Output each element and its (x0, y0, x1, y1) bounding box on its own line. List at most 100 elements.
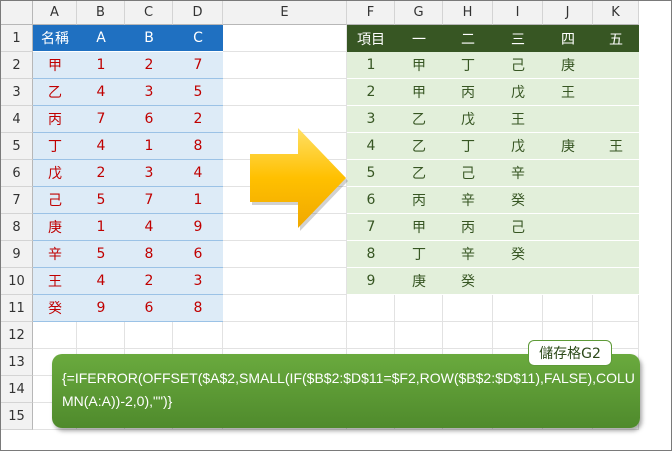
left-table-cell[interactable]: 6 (125, 106, 173, 133)
right-table-cell[interactable]: 甲 (395, 79, 443, 106)
left-table-header[interactable]: A (77, 25, 125, 52)
right-table-header[interactable]: 二 (443, 25, 493, 52)
right-table-cell[interactable]: 乙 (395, 160, 443, 187)
row-header-4[interactable]: 4 (1, 106, 33, 133)
right-table-cell[interactable] (543, 214, 593, 241)
right-table-cell[interactable]: 8 (347, 241, 395, 268)
right-table-cell[interactable] (593, 187, 639, 214)
right-table-cell[interactable] (493, 268, 543, 295)
grid-cell[interactable] (223, 52, 347, 79)
row-header-6[interactable]: 6 (1, 160, 33, 187)
row-header-3[interactable]: 3 (1, 79, 33, 106)
grid-cell[interactable] (223, 25, 347, 52)
grid-cell[interactable] (77, 322, 125, 349)
row-header-1[interactable]: 1 (1, 25, 33, 52)
right-table-cell[interactable]: 丙 (443, 79, 493, 106)
right-table-cell[interactable]: 己 (493, 52, 543, 79)
right-table-cell[interactable]: 3 (347, 106, 395, 133)
right-table-cell[interactable]: 庚 (543, 133, 593, 160)
left-table-header[interactable]: B (125, 25, 173, 52)
row-header-15[interactable]: 15 (1, 403, 33, 430)
row-header-11[interactable]: 11 (1, 295, 33, 322)
left-table-cell[interactable]: 9 (173, 214, 223, 241)
grid-cell[interactable] (443, 322, 493, 349)
grid-cell[interactable] (543, 295, 593, 322)
right-table-cell[interactable] (593, 106, 639, 133)
left-table-cell[interactable]: 4 (77, 268, 125, 295)
right-table-cell[interactable]: 辛 (443, 241, 493, 268)
left-table-cell[interactable]: 4 (77, 133, 125, 160)
left-table-cell[interactable]: 1 (173, 187, 223, 214)
right-table-cell[interactable] (593, 160, 639, 187)
right-table-cell[interactable]: 丙 (395, 187, 443, 214)
left-table-cell[interactable]: 1 (77, 214, 125, 241)
left-table-cell[interactable]: 辛 (33, 241, 77, 268)
right-table-cell[interactable]: 癸 (493, 187, 543, 214)
right-table-cell[interactable]: 辛 (443, 187, 493, 214)
left-table-header[interactable]: C (173, 25, 223, 52)
left-table-cell[interactable]: 6 (173, 241, 223, 268)
right-table-header[interactable]: 五 (593, 25, 639, 52)
left-table-cell[interactable]: 丙 (33, 106, 77, 133)
left-table-cell[interactable]: 6 (125, 295, 173, 322)
right-table-cell[interactable]: 丁 (443, 52, 493, 79)
left-table-cell[interactable]: 9 (77, 295, 125, 322)
right-table-cell[interactable]: 丁 (395, 241, 443, 268)
right-table-cell[interactable]: 1 (347, 52, 395, 79)
left-table-cell[interactable]: 乙 (33, 79, 77, 106)
right-table-cell[interactable]: 癸 (493, 241, 543, 268)
column-header-e[interactable]: E (223, 1, 347, 25)
left-table-cell[interactable]: 5 (173, 79, 223, 106)
column-header-c[interactable]: C (125, 1, 173, 25)
grid-cell[interactable] (223, 268, 347, 295)
column-header-k[interactable]: K (593, 1, 639, 25)
grid-cell[interactable] (223, 79, 347, 106)
left-table-cell[interactable]: 5 (77, 187, 125, 214)
grid-cell[interactable] (223, 295, 347, 322)
row-header-2[interactable]: 2 (1, 52, 33, 79)
right-table-cell[interactable]: 乙 (395, 106, 443, 133)
right-table-cell[interactable] (543, 160, 593, 187)
right-table-cell[interactable] (593, 79, 639, 106)
row-header-8[interactable]: 8 (1, 214, 33, 241)
right-table-header[interactable]: 一 (395, 25, 443, 52)
left-table-cell[interactable]: 2 (77, 160, 125, 187)
right-table-cell[interactable] (543, 268, 593, 295)
row-header-12[interactable]: 12 (1, 322, 33, 349)
column-header-d[interactable]: D (173, 1, 223, 25)
left-table-cell[interactable]: 2 (173, 106, 223, 133)
grid-cell[interactable] (223, 241, 347, 268)
right-table-cell[interactable]: 4 (347, 133, 395, 160)
left-table-cell[interactable]: 丁 (33, 133, 77, 160)
right-table-cell[interactable]: 6 (347, 187, 395, 214)
right-table-cell[interactable]: 戊 (493, 133, 543, 160)
grid-cell[interactable] (125, 322, 173, 349)
grid-cell[interactable] (173, 322, 223, 349)
left-table-cell[interactable]: 4 (173, 160, 223, 187)
grid-cell[interactable] (493, 295, 543, 322)
right-table-cell[interactable]: 戊 (493, 79, 543, 106)
left-table-cell[interactable]: 甲 (33, 52, 77, 79)
column-header-b[interactable]: B (77, 1, 125, 25)
left-table-cell[interactable]: 4 (77, 79, 125, 106)
right-table-cell[interactable]: 庚 (395, 268, 443, 295)
right-table-cell[interactable]: 2 (347, 79, 395, 106)
column-header-f[interactable]: F (347, 1, 395, 25)
right-table-cell[interactable]: 戊 (443, 106, 493, 133)
select-all-corner[interactable] (1, 1, 33, 25)
left-table-cell[interactable]: 8 (125, 241, 173, 268)
grid-cell[interactable] (395, 322, 443, 349)
right-table-cell[interactable]: 5 (347, 160, 395, 187)
row-header-14[interactable]: 14 (1, 376, 33, 403)
left-table-cell[interactable]: 7 (125, 187, 173, 214)
left-table-cell[interactable]: 8 (173, 295, 223, 322)
left-table-cell[interactable]: 庚 (33, 214, 77, 241)
right-table-cell[interactable]: 9 (347, 268, 395, 295)
right-table-header[interactable]: 四 (543, 25, 593, 52)
right-table-cell[interactable]: 己 (493, 214, 543, 241)
left-table-cell[interactable]: 3 (125, 79, 173, 106)
right-table-cell[interactable]: 癸 (443, 268, 493, 295)
left-table-cell[interactable]: 8 (173, 133, 223, 160)
grid-cell[interactable] (223, 322, 347, 349)
grid-cell[interactable] (347, 295, 395, 322)
